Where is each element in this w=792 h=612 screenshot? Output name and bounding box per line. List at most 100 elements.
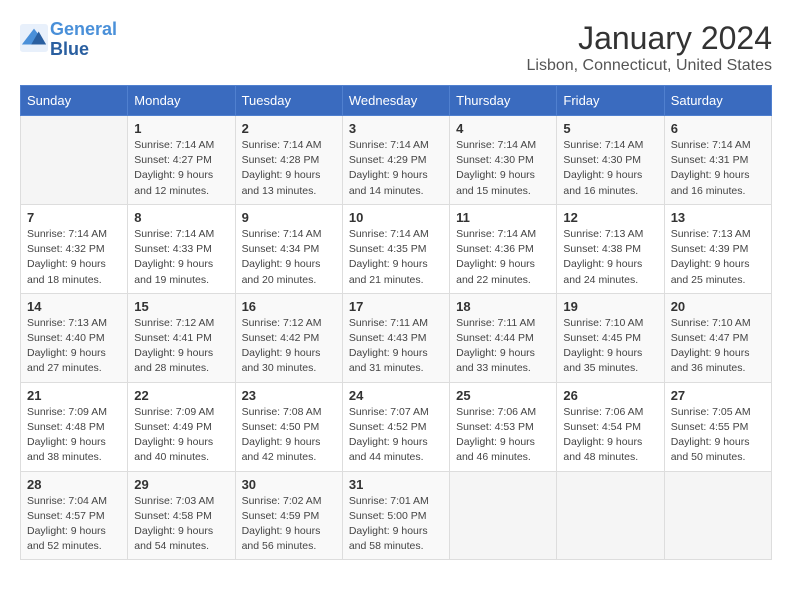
daylight-minutes: and 14 minutes.	[349, 185, 424, 197]
day-info: Sunrise: 7:12 AM Sunset: 4:42 PM Dayligh…	[242, 316, 336, 377]
day-number: 13	[671, 210, 765, 225]
day-number: 31	[349, 477, 443, 492]
calendar-header-row: SundayMondayTuesdayWednesdayThursdayFrid…	[21, 86, 772, 116]
sunset-label: Sunset: 4:29 PM	[349, 154, 427, 166]
calendar-cell: 31 Sunrise: 7:01 AM Sunset: 5:00 PM Dayl…	[342, 471, 449, 560]
calendar-cell: 20 Sunrise: 7:10 AM Sunset: 4:47 PM Dayl…	[664, 293, 771, 382]
calendar-cell: 26 Sunrise: 7:06 AM Sunset: 4:54 PM Dayl…	[557, 382, 664, 471]
sunset-label: Sunset: 4:57 PM	[27, 510, 105, 522]
daylight-label: Daylight: 9 hours	[27, 436, 106, 448]
daylight-label: Daylight: 9 hours	[242, 436, 321, 448]
day-number: 24	[349, 388, 443, 403]
sunset-label: Sunset: 4:50 PM	[242, 421, 320, 433]
daylight-label: Daylight: 9 hours	[27, 258, 106, 270]
sunrise-label: Sunrise: 7:14 AM	[563, 139, 643, 151]
calendar-cell: 15 Sunrise: 7:12 AM Sunset: 4:41 PM Dayl…	[128, 293, 235, 382]
calendar-cell: 5 Sunrise: 7:14 AM Sunset: 4:30 PM Dayli…	[557, 116, 664, 205]
day-info: Sunrise: 7:14 AM Sunset: 4:33 PM Dayligh…	[134, 227, 228, 288]
sunrise-label: Sunrise: 7:14 AM	[349, 228, 429, 240]
calendar-cell: 27 Sunrise: 7:05 AM Sunset: 4:55 PM Dayl…	[664, 382, 771, 471]
daylight-label: Daylight: 9 hours	[134, 258, 213, 270]
daylight-minutes: and 30 minutes.	[242, 362, 317, 374]
day-number: 17	[349, 299, 443, 314]
sunset-label: Sunset: 4:34 PM	[242, 243, 320, 255]
day-info: Sunrise: 7:14 AM Sunset: 4:29 PM Dayligh…	[349, 138, 443, 199]
sunrise-label: Sunrise: 7:06 AM	[456, 406, 536, 418]
daylight-label: Daylight: 9 hours	[349, 436, 428, 448]
day-info: Sunrise: 7:11 AM Sunset: 4:44 PM Dayligh…	[456, 316, 550, 377]
calendar-cell: 29 Sunrise: 7:03 AM Sunset: 4:58 PM Dayl…	[128, 471, 235, 560]
day-info: Sunrise: 7:14 AM Sunset: 4:31 PM Dayligh…	[671, 138, 765, 199]
day-number: 16	[242, 299, 336, 314]
calendar-cell: 2 Sunrise: 7:14 AM Sunset: 4:28 PM Dayli…	[235, 116, 342, 205]
day-info: Sunrise: 7:11 AM Sunset: 4:43 PM Dayligh…	[349, 316, 443, 377]
sunset-label: Sunset: 4:28 PM	[242, 154, 320, 166]
day-info: Sunrise: 7:01 AM Sunset: 5:00 PM Dayligh…	[349, 494, 443, 555]
day-info: Sunrise: 7:14 AM Sunset: 4:32 PM Dayligh…	[27, 227, 121, 288]
day-info: Sunrise: 7:14 AM Sunset: 4:27 PM Dayligh…	[134, 138, 228, 199]
sunrise-label: Sunrise: 7:13 AM	[563, 228, 643, 240]
week-row-4: 21 Sunrise: 7:09 AM Sunset: 4:48 PM Dayl…	[21, 382, 772, 471]
day-number: 14	[27, 299, 121, 314]
calendar-cell: 21 Sunrise: 7:09 AM Sunset: 4:48 PM Dayl…	[21, 382, 128, 471]
sunrise-label: Sunrise: 7:11 AM	[456, 317, 535, 329]
sunset-label: Sunset: 4:54 PM	[563, 421, 641, 433]
calendar-cell: 14 Sunrise: 7:13 AM Sunset: 4:40 PM Dayl…	[21, 293, 128, 382]
sunset-label: Sunset: 4:53 PM	[456, 421, 534, 433]
daylight-minutes: and 48 minutes.	[563, 451, 638, 463]
calendar-cell: 3 Sunrise: 7:14 AM Sunset: 4:29 PM Dayli…	[342, 116, 449, 205]
daylight-minutes: and 38 minutes.	[27, 451, 102, 463]
day-info: Sunrise: 7:06 AM Sunset: 4:53 PM Dayligh…	[456, 405, 550, 466]
logo: General Blue	[20, 20, 117, 60]
sunset-label: Sunset: 4:32 PM	[27, 243, 105, 255]
daylight-minutes: and 16 minutes.	[563, 185, 638, 197]
calendar-cell: 10 Sunrise: 7:14 AM Sunset: 4:35 PM Dayl…	[342, 204, 449, 293]
day-number: 7	[27, 210, 121, 225]
day-info: Sunrise: 7:03 AM Sunset: 4:58 PM Dayligh…	[134, 494, 228, 555]
sunset-label: Sunset: 4:55 PM	[671, 421, 749, 433]
sunset-label: Sunset: 4:36 PM	[456, 243, 534, 255]
day-number: 27	[671, 388, 765, 403]
day-number: 25	[456, 388, 550, 403]
calendar-cell: 16 Sunrise: 7:12 AM Sunset: 4:42 PM Dayl…	[235, 293, 342, 382]
day-number: 29	[134, 477, 228, 492]
calendar-cell: 7 Sunrise: 7:14 AM Sunset: 4:32 PM Dayli…	[21, 204, 128, 293]
calendar-cell: 25 Sunrise: 7:06 AM Sunset: 4:53 PM Dayl…	[450, 382, 557, 471]
daylight-minutes: and 40 minutes.	[134, 451, 209, 463]
daylight-label: Daylight: 9 hours	[671, 169, 750, 181]
daylight-minutes: and 42 minutes.	[242, 451, 317, 463]
sunset-label: Sunset: 4:42 PM	[242, 332, 320, 344]
day-number: 8	[134, 210, 228, 225]
daylight-label: Daylight: 9 hours	[349, 347, 428, 359]
daylight-minutes: and 46 minutes.	[456, 451, 531, 463]
day-info: Sunrise: 7:08 AM Sunset: 4:50 PM Dayligh…	[242, 405, 336, 466]
daylight-label: Daylight: 9 hours	[242, 525, 321, 537]
day-info: Sunrise: 7:13 AM Sunset: 4:40 PM Dayligh…	[27, 316, 121, 377]
day-info: Sunrise: 7:09 AM Sunset: 4:49 PM Dayligh…	[134, 405, 228, 466]
sunset-label: Sunset: 4:38 PM	[563, 243, 641, 255]
day-header-tuesday: Tuesday	[235, 86, 342, 116]
page-header: General Blue January 2024 Lisbon, Connec…	[20, 20, 772, 75]
calendar-cell: 28 Sunrise: 7:04 AM Sunset: 4:57 PM Dayl…	[21, 471, 128, 560]
sunset-label: Sunset: 4:41 PM	[134, 332, 212, 344]
sunrise-label: Sunrise: 7:06 AM	[563, 406, 643, 418]
calendar-cell: 9 Sunrise: 7:14 AM Sunset: 4:34 PM Dayli…	[235, 204, 342, 293]
daylight-minutes: and 56 minutes.	[242, 540, 317, 552]
sunrise-label: Sunrise: 7:14 AM	[134, 139, 214, 151]
sunrise-label: Sunrise: 7:14 AM	[456, 228, 536, 240]
daylight-label: Daylight: 9 hours	[456, 169, 535, 181]
daylight-minutes: and 19 minutes.	[134, 274, 209, 286]
day-header-monday: Monday	[128, 86, 235, 116]
day-number: 3	[349, 121, 443, 136]
sunrise-label: Sunrise: 7:14 AM	[27, 228, 107, 240]
sunrise-label: Sunrise: 7:12 AM	[242, 317, 322, 329]
day-info: Sunrise: 7:14 AM Sunset: 4:28 PM Dayligh…	[242, 138, 336, 199]
daylight-minutes: and 35 minutes.	[563, 362, 638, 374]
calendar-cell: 17 Sunrise: 7:11 AM Sunset: 4:43 PM Dayl…	[342, 293, 449, 382]
daylight-minutes: and 33 minutes.	[456, 362, 531, 374]
daylight-label: Daylight: 9 hours	[242, 347, 321, 359]
calendar-title: January 2024	[527, 20, 772, 57]
calendar-cell: 12 Sunrise: 7:13 AM Sunset: 4:38 PM Dayl…	[557, 204, 664, 293]
daylight-minutes: and 25 minutes.	[671, 274, 746, 286]
calendar-cell	[557, 471, 664, 560]
